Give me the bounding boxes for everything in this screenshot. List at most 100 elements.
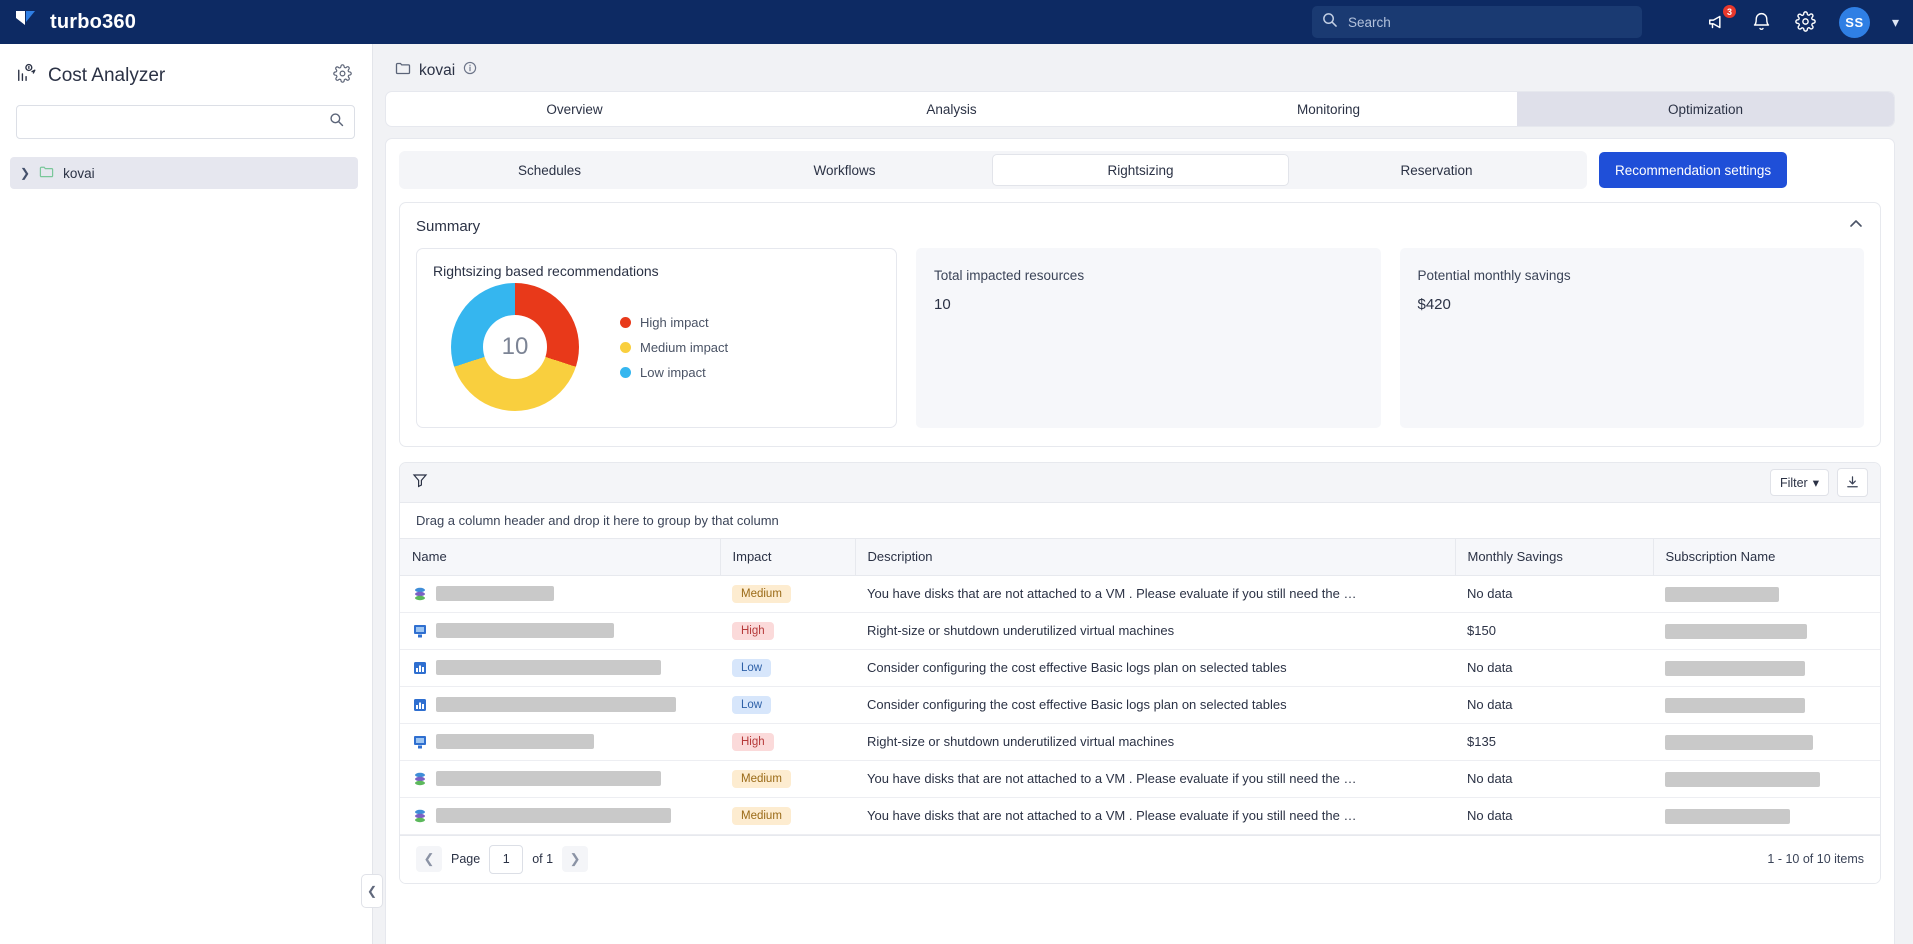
sidebar-item-kovai[interactable]: ❯ kovai xyxy=(10,157,358,189)
column-header-description[interactable]: Description xyxy=(855,539,1456,576)
summary-title: Summary xyxy=(416,217,481,235)
resource-type-icon xyxy=(412,771,428,787)
column-header-monthly-savings[interactable]: Monthly Savings xyxy=(1455,539,1654,576)
stat-label: Potential monthly savings xyxy=(1417,268,1571,283)
resource-type-icon xyxy=(412,586,428,602)
cell-subscription-name xyxy=(1653,723,1880,761)
table-row[interactable]: Medium You have disks that are not attach… xyxy=(400,575,1880,613)
cost-analyzer-icon xyxy=(16,62,38,89)
brand-name: turbo360 xyxy=(50,10,137,33)
top-navigation-bar: turbo360 3 SS ▾ xyxy=(0,0,1913,44)
pagination: ❮ Page of 1 ❯ 1 - 10 of 10 items xyxy=(400,834,1880,883)
tab-analysis[interactable]: Analysis xyxy=(763,92,1140,126)
resource-type-icon xyxy=(412,623,428,639)
table-row[interactable]: Low Consider configuring the cost effecti… xyxy=(400,649,1880,687)
next-page-button[interactable]: ❯ xyxy=(562,846,589,872)
legend-swatch-high xyxy=(620,316,631,328)
redacted-subscription-name xyxy=(1665,586,1779,602)
donut-chart: 10 xyxy=(433,283,596,411)
table-row[interactable]: High Right-size or shutdown underutilized… xyxy=(400,723,1880,761)
summary-body: Rightsizing based recommendations 10 Hig… xyxy=(400,242,1880,446)
resource-type-icon xyxy=(412,660,428,676)
subtab-workflows[interactable]: Workflows xyxy=(697,154,992,186)
sidebar-settings-gear-icon[interactable] xyxy=(333,63,352,88)
cell-subscription-name xyxy=(1653,612,1880,650)
stat-value: $420 xyxy=(1417,296,1451,313)
subtab-rightsizing[interactable]: Rightsizing xyxy=(992,154,1289,186)
recommendations-table-card: Filter ▾ Drag a column header and drop i… xyxy=(399,462,1881,884)
table-row[interactable]: Medium You have disks that are not attach… xyxy=(400,760,1880,798)
chevron-right-icon[interactable]: ❯ xyxy=(20,166,30,180)
table-body: Medium You have disks that are not attach… xyxy=(400,575,1880,835)
table-row[interactable]: High Right-size or shutdown underutilized… xyxy=(400,612,1880,650)
column-header-subscription-name[interactable]: Subscription Name xyxy=(1653,539,1880,576)
redacted-subscription-name xyxy=(1665,697,1805,713)
sidebar-collapse-button[interactable]: ❮ xyxy=(361,874,383,908)
recommendation-settings-button[interactable]: Recommendation settings xyxy=(1599,152,1788,188)
announcement-icon[interactable]: 3 xyxy=(1707,4,1737,33)
gear-icon[interactable] xyxy=(1795,11,1817,33)
cell-monthly-savings: No data xyxy=(1455,797,1653,835)
global-search[interactable] xyxy=(1312,6,1642,38)
folder-icon xyxy=(39,164,54,182)
legend-swatch-medium xyxy=(620,341,631,353)
cell-impact: Medium xyxy=(720,760,855,798)
announcement-badge: 3 xyxy=(1721,4,1737,19)
main-content: kovai Overview Analysis Monitoring Optim… xyxy=(373,44,1913,944)
search-icon[interactable] xyxy=(329,112,344,132)
filter-funnel-icon[interactable] xyxy=(412,472,428,493)
avatar[interactable]: SS xyxy=(1838,6,1870,38)
export-download-button[interactable] xyxy=(1837,468,1868,497)
cell-subscription-name xyxy=(1653,686,1880,724)
chart-title: Rightsizing based recommendations xyxy=(433,263,659,279)
column-header-impact[interactable]: Impact xyxy=(720,539,856,576)
items-count-label: 1 - 10 of 10 items xyxy=(1767,852,1864,866)
bell-icon[interactable] xyxy=(1751,11,1773,33)
brand[interactable]: turbo360 xyxy=(14,9,136,35)
sidebar-search-input[interactable] xyxy=(27,113,329,131)
impact-badge: Low xyxy=(732,695,772,714)
redacted-subscription-name xyxy=(1665,734,1813,750)
redacted-resource-name xyxy=(436,660,661,675)
legend-item-high: High impact xyxy=(620,315,728,330)
table-row[interactable]: Medium You have disks that are not attach… xyxy=(400,797,1880,835)
filter-dropdown-button[interactable]: Filter ▾ xyxy=(1769,469,1829,496)
search-icon xyxy=(1322,12,1337,32)
stat-total-impacted-resources: Total impacted resources 10 xyxy=(916,248,1381,428)
cell-description: Right-size or shutdown underutilized vir… xyxy=(855,723,1455,761)
subtab-reservation[interactable]: Reservation xyxy=(1289,154,1584,186)
tab-label: Analysis xyxy=(926,101,977,117)
tab-label: Monitoring xyxy=(1296,101,1361,117)
subtab-schedules[interactable]: Schedules xyxy=(402,154,697,186)
chevron-down-icon[interactable]: ▾ xyxy=(1892,14,1899,31)
impact-badge: Medium xyxy=(732,806,791,825)
cell-monthly-savings: No data xyxy=(1455,575,1653,613)
chart-legend: High impact Medium impact Low impact xyxy=(620,315,728,380)
impact-badge: Medium xyxy=(732,584,791,603)
stat-label: Total impacted resources xyxy=(934,268,1085,283)
tab-monitoring[interactable]: Monitoring xyxy=(1140,92,1517,126)
redacted-subscription-name xyxy=(1665,808,1790,824)
cell-name xyxy=(400,760,720,798)
search-input[interactable] xyxy=(1346,13,1632,31)
cell-description: You have disks that are not attached to … xyxy=(855,760,1455,798)
tab-overview[interactable]: Overview xyxy=(386,92,763,126)
previous-page-button[interactable]: ❮ xyxy=(416,846,442,872)
cell-description: You have disks that are not attached to … xyxy=(855,575,1455,613)
tab-optimization[interactable]: Optimization xyxy=(1517,92,1894,126)
chevron-up-icon[interactable] xyxy=(1848,216,1864,236)
cell-subscription-name xyxy=(1653,649,1880,687)
cell-impact: Medium xyxy=(720,575,855,613)
table-row[interactable]: Low Consider configuring the cost effecti… xyxy=(400,686,1880,724)
column-header-name[interactable]: Name xyxy=(400,539,721,576)
info-icon[interactable] xyxy=(463,61,477,80)
nav-icon-group: 3 SS ▾ xyxy=(1707,0,1899,44)
folder-icon xyxy=(395,60,411,81)
redacted-subscription-name xyxy=(1665,623,1807,639)
group-by-dropzone[interactable]: Drag a column header and drop it here to… xyxy=(400,503,1880,539)
cell-subscription-name xyxy=(1653,797,1880,835)
sidebar-search[interactable] xyxy=(16,105,355,139)
optimization-panel: Schedules Workflows Rightsizing Reservat… xyxy=(385,138,1895,944)
page-number-input[interactable] xyxy=(489,844,524,874)
cell-description: Consider configuring the cost effective … xyxy=(855,649,1455,687)
